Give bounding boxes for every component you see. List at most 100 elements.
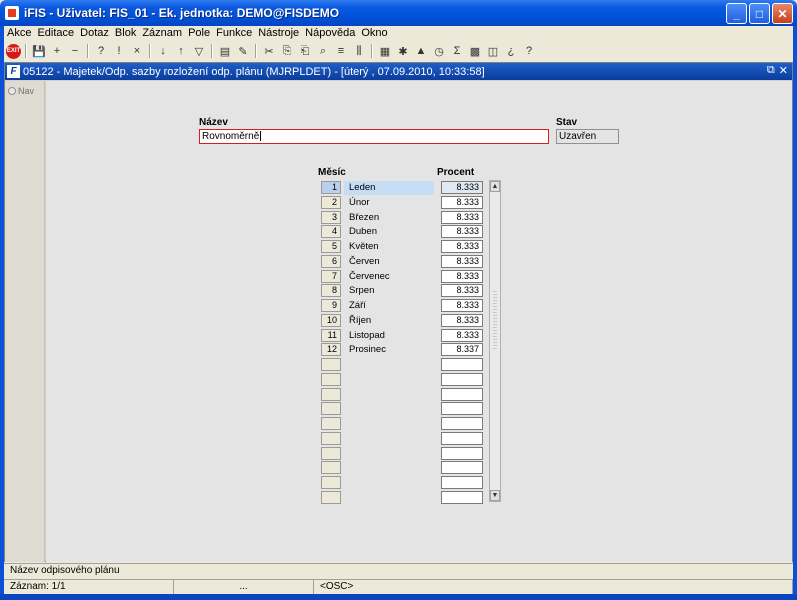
table-row[interactable] <box>46 402 792 417</box>
menu-blok[interactable]: Blok <box>112 27 139 39</box>
row-number[interactable]: 3 <box>321 211 341 224</box>
scroll-grip[interactable] <box>493 291 497 351</box>
table-row[interactable] <box>46 388 792 403</box>
row-number[interactable] <box>321 432 341 445</box>
month-name[interactable]: Červenec <box>344 270 434 284</box>
query-cancel-icon[interactable]: × <box>129 43 145 59</box>
menu-akce[interactable]: Akce <box>4 27 34 39</box>
percent-input[interactable]: 8.333 <box>441 314 483 327</box>
month-name[interactable]: Září <box>344 299 434 313</box>
month-name[interactable]: Srpen <box>344 284 434 298</box>
columns-icon[interactable]: ⫼ <box>351 43 367 59</box>
row-number[interactable]: 8 <box>321 284 341 297</box>
row-number[interactable] <box>321 447 341 460</box>
table-row[interactable] <box>46 447 792 462</box>
form-close-icon[interactable]: ✕ <box>779 64 788 77</box>
row-number[interactable]: 6 <box>321 255 341 268</box>
table-row[interactable]: 11 Listopad 8.333 <box>46 329 792 344</box>
save-icon[interactable]: 💾 <box>31 43 47 59</box>
percent-input[interactable]: 8.333 <box>441 225 483 238</box>
chart-icon[interactable]: ▲ <box>413 43 429 59</box>
percent-input[interactable] <box>441 461 483 474</box>
menu-napoveda[interactable]: Nápověda <box>302 27 358 39</box>
menu-nastroje[interactable]: Nástroje <box>255 27 302 39</box>
restore-icon[interactable]: ⧉ <box>767 64 775 77</box>
query-execute-icon[interactable]: ! <box>111 43 127 59</box>
row-number[interactable]: 12 <box>321 343 341 356</box>
row-number[interactable]: 7 <box>321 270 341 283</box>
percent-input[interactable]: 8.333 <box>441 299 483 312</box>
nav-button[interactable]: Nav <box>8 86 44 96</box>
menu-funkce[interactable]: Funkce <box>213 27 255 39</box>
row-number[interactable] <box>321 358 341 371</box>
menu-okno[interactable]: Okno <box>358 27 390 39</box>
vertical-scrollbar[interactable]: ▲ ▼ <box>489 180 501 502</box>
table-row[interactable]: 4 Duben 8.333 <box>46 225 792 240</box>
paste-icon[interactable]: ⎗ <box>297 43 313 59</box>
excel-icon[interactable]: ▩ <box>467 43 483 59</box>
window-title-bar[interactable]: iFIS - Uživatel: FIS_01 - Ek. jednotka: … <box>0 0 797 26</box>
table-row[interactable]: 5 Květen 8.333 <box>46 240 792 255</box>
percent-input[interactable]: 8.333 <box>441 196 483 209</box>
row-number[interactable]: 9 <box>321 299 341 312</box>
month-name[interactable]: Říjen <box>344 314 434 328</box>
table-row[interactable] <box>46 417 792 432</box>
row-number[interactable]: 11 <box>321 329 341 342</box>
edit-icon[interactable]: ✎ <box>235 43 251 59</box>
percent-input[interactable] <box>441 358 483 371</box>
month-name[interactable]: Květen <box>344 240 434 254</box>
query-enter-icon[interactable]: ? <box>93 43 109 59</box>
month-name[interactable]: Prosinec <box>344 343 434 357</box>
close-button[interactable]: ✕ <box>772 3 793 24</box>
percent-input[interactable] <box>441 417 483 430</box>
row-number[interactable]: 10 <box>321 314 341 327</box>
exit-button[interactable]: EXIT <box>6 43 21 59</box>
stav-field[interactable]: Uzavřen <box>556 129 619 144</box>
sort-desc-icon[interactable]: ↑ <box>173 43 189 59</box>
help-topic-icon[interactable]: ¿ <box>503 43 519 59</box>
minimize-button[interactable]: _ <box>726 3 747 24</box>
scroll-up-arrow-icon[interactable]: ▲ <box>490 181 500 192</box>
percent-input[interactable]: 8.333 <box>441 270 483 283</box>
table-row[interactable]: 9 Září 8.333 <box>46 299 792 314</box>
print-icon[interactable]: ▤ <box>217 43 233 59</box>
percent-input[interactable] <box>441 491 483 504</box>
table-row[interactable]: 10 Říjen 8.333 <box>46 314 792 329</box>
row-number[interactable] <box>321 476 341 489</box>
table-row[interactable]: 6 Červen 8.333 <box>46 255 792 270</box>
percent-input[interactable]: 8.333 <box>441 329 483 342</box>
row-number[interactable] <box>321 388 341 401</box>
percent-input[interactable]: 8.333 <box>441 284 483 297</box>
table-row[interactable] <box>46 476 792 491</box>
sort-asc-icon[interactable]: ↓ <box>155 43 171 59</box>
table-row[interactable]: 1 Leden 8.333 <box>46 181 792 196</box>
row-number[interactable]: 5 <box>321 240 341 253</box>
table-row[interactable] <box>46 358 792 373</box>
scroll-down-arrow-icon[interactable]: ▼ <box>490 490 500 501</box>
delete-record-icon[interactable]: − <box>67 43 83 59</box>
table-row[interactable]: 7 Červenec 8.333 <box>46 270 792 285</box>
copy-icon[interactable]: ⎘ <box>279 43 295 59</box>
table-row[interactable] <box>46 491 792 506</box>
row-number[interactable]: 1 <box>321 181 341 194</box>
nazev-input[interactable]: Rovnoměrně <box>199 129 549 144</box>
row-number[interactable] <box>321 461 341 474</box>
table-row[interactable]: 12 Prosinec 8.337 <box>46 343 792 358</box>
settings-icon[interactable]: ✱ <box>395 43 411 59</box>
calculator-icon[interactable]: ▦ <box>377 43 393 59</box>
month-name[interactable]: Únor <box>344 196 434 210</box>
row-number[interactable] <box>321 417 341 430</box>
month-name[interactable]: Listopad <box>344 329 434 343</box>
menu-editace[interactable]: Editace <box>34 27 77 39</box>
percent-input[interactable] <box>441 447 483 460</box>
percent-input[interactable] <box>441 388 483 401</box>
form-title-bar[interactable]: F 05122 - Majetek/Odp. sazby rozložení o… <box>5 63 792 80</box>
percent-input[interactable]: 8.333 <box>441 255 483 268</box>
percent-input[interactable] <box>441 373 483 386</box>
table-row[interactable]: 3 Březen 8.333 <box>46 211 792 226</box>
menu-zaznam[interactable]: Záznam <box>139 27 185 39</box>
percent-input[interactable] <box>441 402 483 415</box>
month-name[interactable]: Leden <box>344 181 434 195</box>
clock-icon[interactable]: ◷ <box>431 43 447 59</box>
find-icon[interactable]: ⌕ <box>315 43 331 59</box>
